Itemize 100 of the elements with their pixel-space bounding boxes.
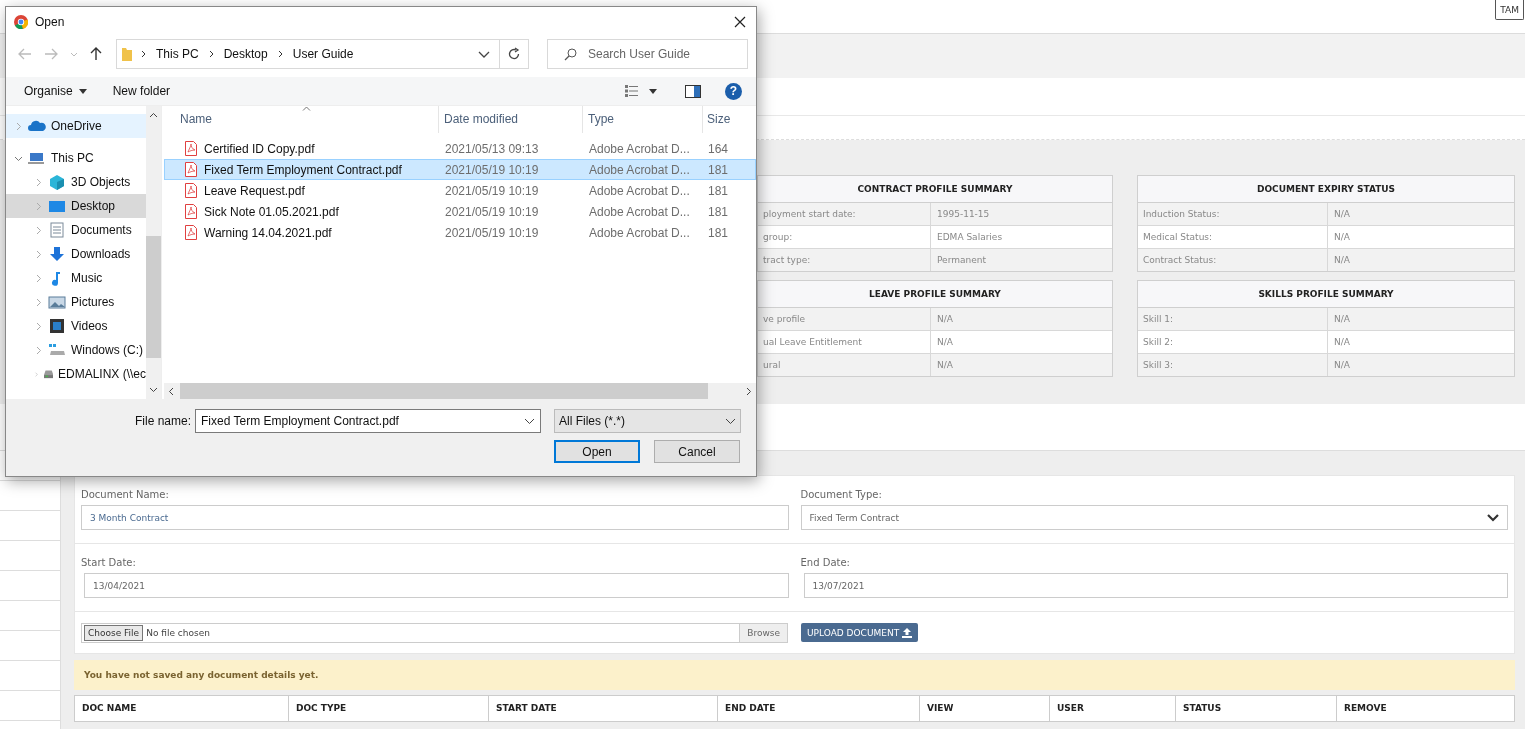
- address-bar[interactable]: This PC Desktop User Guide: [116, 39, 529, 69]
- nav-item[interactable]: Windows (C:): [6, 338, 146, 362]
- table-cell-text: N/A: [1333, 313, 1350, 326]
- breadcrumb[interactable]: This PC: [156, 47, 199, 61]
- table-cell: Medical Status:: [1138, 226, 1328, 248]
- nav-item[interactable]: OneDrive: [6, 114, 146, 138]
- nav-item[interactable]: Pictures: [6, 290, 146, 314]
- browse-button[interactable]: Browse: [739, 623, 787, 642]
- nav-item[interactable]: Music: [6, 266, 146, 290]
- column-header: DOC NAME: [75, 696, 289, 721]
- table-cell: Skill 3:: [1138, 354, 1328, 376]
- select-field[interactable]: Fixed Term Contract: [800, 505, 1508, 530]
- file-date: 2021/05/19 10:19: [444, 225, 540, 240]
- field-label: Document Name:: [81, 489, 170, 500]
- search-field[interactable]: Search User Guide: [547, 39, 748, 69]
- table-cell-text: N/A: [936, 359, 953, 372]
- file-date: 2021/05/19 10:19: [444, 183, 540, 198]
- dialog-title: Open: [35, 15, 66, 29]
- column-header[interactable]: Type: [583, 106, 703, 133]
- table-title: CONTRACT PROFILE SUMMARY: [758, 176, 1112, 203]
- table-cell: Induction Status:: [1138, 203, 1328, 225]
- file-row[interactable]: Fixed Term Employment Contract.pdf 2021/05/19 10:19 Adobe Acrobat D... 181: [164, 159, 756, 180]
- file-row[interactable]: Warning 14.04.2021.pdf 2021/05/19 10:19 Adobe Acrobat D... 181: [164, 222, 756, 243]
- table-cell: ual Leave Entitlement: [758, 331, 931, 353]
- table-cell: ve profile: [758, 308, 931, 330]
- nav-item[interactable]: EDMALINX (\\ec: [6, 362, 146, 386]
- file-input[interactable]: Choose File No file chosen Browse: [81, 622, 788, 643]
- file-type: Adobe Acrobat D...: [588, 204, 691, 219]
- file-name-field[interactable]: Fixed Term Employment Contract.pdf: [195, 409, 542, 433]
- table-cell-text: N/A: [1333, 231, 1350, 244]
- nav-item[interactable]: 3D Objects: [6, 170, 146, 194]
- file-type: Adobe Acrobat D...: [588, 141, 691, 156]
- cancel-button[interactable]: Cancel: [654, 440, 740, 463]
- table-title: LEAVE PROFILE SUMMARY: [758, 281, 1112, 308]
- file-name: Certified ID Copy.pdf: [204, 141, 315, 156]
- file-size: 181: [707, 162, 730, 177]
- field-label: End Date:: [800, 557, 851, 568]
- nav-item[interactable]: Videos: [6, 314, 146, 338]
- column-header: STATUS: [1176, 696, 1337, 721]
- column-header[interactable]: Name: [164, 106, 439, 133]
- table-cell-text: N/A: [936, 313, 953, 326]
- file-date: 2021/05/19 10:19: [444, 162, 540, 177]
- nav-item[interactable]: Downloads: [6, 242, 146, 266]
- file-status: No file chosen: [146, 627, 211, 638]
- field-label: Document Type:: [800, 489, 883, 500]
- alert-message: You have not saved any document details yet.: [74, 660, 1515, 690]
- column-header[interactable]: Date modified: [439, 106, 583, 133]
- upload-document-button[interactable]: UPLOAD DOCUMENT: [801, 623, 919, 642]
- nav-item[interactable]: This PC: [6, 146, 146, 170]
- file-type: Adobe Acrobat D...: [588, 162, 691, 177]
- column-header: REMOVE: [1343, 702, 1388, 715]
- column-header: END DATE: [718, 696, 920, 721]
- file-size: 181: [707, 204, 730, 219]
- file-name: Leave Request.pdf: [204, 183, 305, 198]
- file-type: Adobe Acrobat D...: [588, 225, 691, 240]
- file-type-select[interactable]: All Files (*.*): [554, 409, 742, 433]
- date-field[interactable]: 13/07/2021: [803, 573, 1508, 598]
- user-button[interactable]: TAM: [1495, 0, 1524, 20]
- file-size: 164: [707, 141, 730, 156]
- organise-menu-button[interactable]: Organise: [18, 82, 93, 100]
- column-header: START DATE: [489, 696, 718, 721]
- choose-file-button[interactable]: Choose File: [84, 624, 144, 641]
- table-cell: group:: [758, 226, 931, 248]
- table-cell: ployment start date:: [758, 203, 931, 225]
- table-title: SKILLS PROFILE SUMMARY: [1138, 281, 1514, 308]
- breadcrumb[interactable]: User Guide: [292, 47, 354, 61]
- help-icon[interactable]: ?: [725, 82, 742, 100]
- file-row[interactable]: Certified ID Copy.pdf 2021/05/13 09:13 Adobe Acrobat D... 164: [164, 138, 756, 159]
- file-row[interactable]: Sick Note 01.05.2021.pdf 2021/05/19 10:19 Adobe Acrobat D... 181: [164, 201, 756, 222]
- nav-item[interactable]: Desktop: [6, 194, 146, 218]
- table-cell-text: N/A: [1333, 254, 1350, 267]
- table-cell-text: N/A: [1333, 359, 1350, 372]
- column-header[interactable]: Size: [703, 106, 753, 133]
- file-name: Warning 14.04.2021.pdf: [204, 225, 332, 240]
- table-cell: Contract Status:: [1138, 249, 1328, 271]
- column-header: DOC TYPE: [289, 696, 489, 721]
- table-cell: Skill 2:: [1138, 331, 1328, 353]
- table-cell: tract type:: [758, 249, 931, 271]
- table-cell-text: Permanent: [936, 254, 986, 267]
- column-header: USER: [1050, 696, 1176, 721]
- table-cell-text: N/A: [1333, 336, 1350, 349]
- file-name-label: File name:: [135, 414, 192, 428]
- field-label: Start Date:: [81, 557, 137, 568]
- file-size: 181: [707, 183, 730, 198]
- file-date: 2021/05/19 10:19: [444, 204, 540, 219]
- new-folder-button[interactable]: New folder: [106, 82, 177, 100]
- nav-item[interactable]: Documents: [6, 218, 146, 242]
- file-type: Adobe Acrobat D...: [588, 183, 691, 198]
- table-cell: Skill 1:: [1138, 308, 1328, 330]
- file-row[interactable]: Leave Request.pdf 2021/05/19 10:19 Adobe Acrobat D... 181: [164, 180, 756, 201]
- input-field[interactable]: 3 Month Contract: [81, 505, 789, 530]
- breadcrumb[interactable]: Desktop: [223, 47, 268, 61]
- column-header: VIEW: [920, 696, 1050, 721]
- file-name: Sick Note 01.05.2021.pdf: [204, 204, 339, 219]
- table-cell-text: N/A: [1333, 208, 1350, 221]
- table-cell-text: 1995-11-15: [936, 208, 990, 221]
- file-date: 2021/05/13 09:13: [444, 141, 540, 156]
- date-field[interactable]: 13/04/2021: [84, 573, 789, 598]
- table-cell-text: N/A: [936, 336, 953, 349]
- open-button[interactable]: Open: [554, 440, 640, 463]
